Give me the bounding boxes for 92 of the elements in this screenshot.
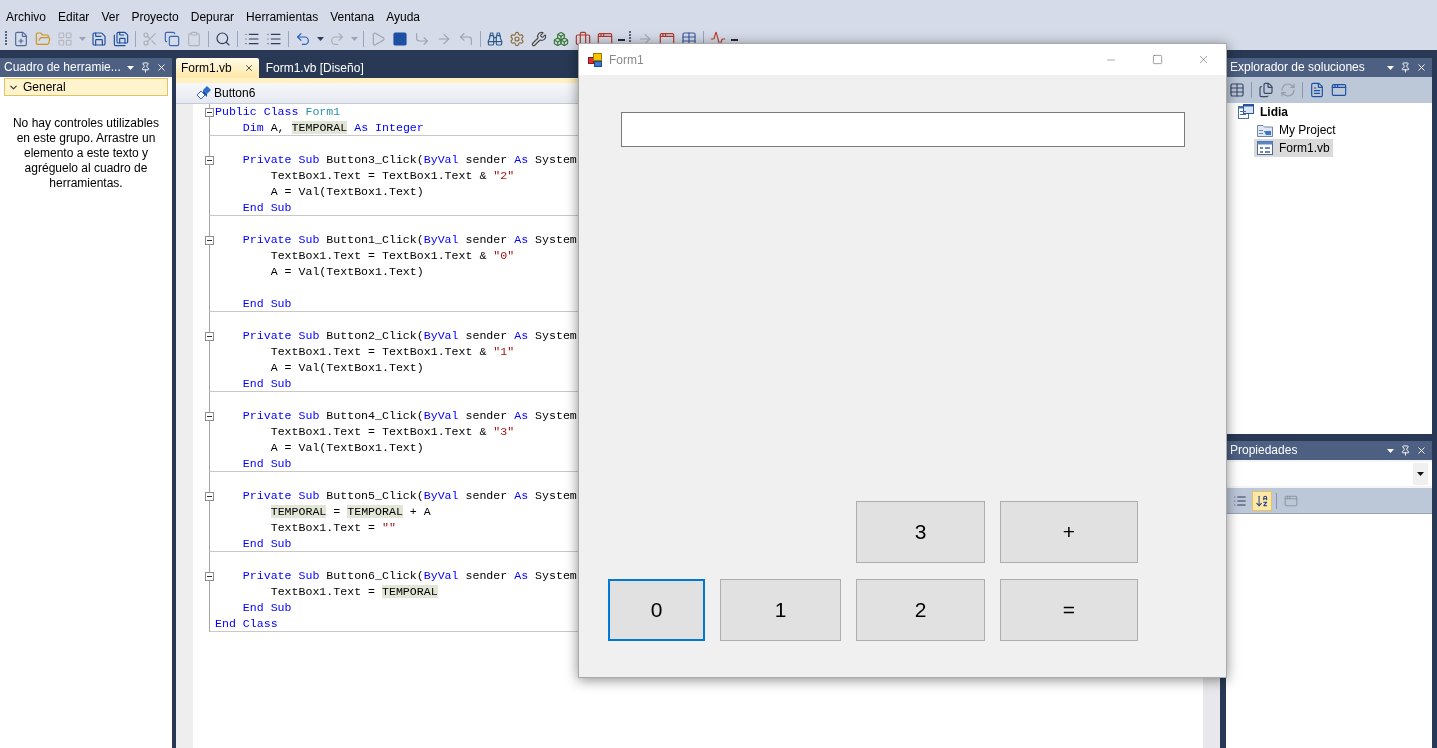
minus-box-icon[interactable] bbox=[205, 107, 214, 117]
calculator-button[interactable]: 3 bbox=[856, 501, 985, 563]
copy-icon[interactable] bbox=[164, 30, 180, 47]
code-line: A = Val(TextBox1.Text) bbox=[270, 440, 424, 456]
boxes-icon[interactable] bbox=[553, 30, 569, 47]
code-line: Private Sub Button6_Click(ByVal sender As System bbox=[242, 568, 577, 584]
menu-item[interactable]: Depurar bbox=[184, 7, 241, 27]
sort-az-icon[interactable] bbox=[1252, 490, 1272, 511]
code-line: Private Sub Button1_Click(ByVal sender As System bbox=[242, 232, 577, 248]
wrench-icon[interactable] bbox=[531, 30, 547, 47]
code-line: TextBox1.Text = TextBox1.Text & "1" bbox=[270, 344, 515, 360]
files-icon[interactable] bbox=[1258, 82, 1274, 98]
tree-item[interactable]: Lidia bbox=[1235, 103, 1291, 121]
code-line: Private Sub Button4_Click(ByVal sender As System bbox=[242, 408, 577, 424]
panel-title: Propiedades bbox=[1230, 442, 1299, 459]
code-line: End Sub bbox=[242, 295, 292, 312]
calculator-button[interactable]: = bbox=[1000, 579, 1138, 641]
code-line: A = Val(TextBox1.Text) bbox=[270, 184, 424, 200]
calculator-button[interactable]: 2 bbox=[856, 579, 985, 641]
code-line: TextBox1.Text = TEMPORAL bbox=[270, 584, 438, 600]
cube-icon bbox=[196, 86, 211, 100]
code-line: A = Val(TextBox1.Text) bbox=[270, 360, 424, 376]
undo-arrow-icon[interactable] bbox=[295, 30, 311, 47]
binoculars-icon[interactable] bbox=[487, 30, 503, 47]
window-icon[interactable] bbox=[1331, 82, 1347, 98]
square-icon[interactable] bbox=[392, 30, 408, 47]
menu-item[interactable]: Ver bbox=[95, 7, 126, 27]
empty-message: No hay controles utilizables en este grupo. Arrastre un elemento a este texto y agréguelo al cuadro de herramientas. bbox=[11, 116, 161, 191]
calculator-button[interactable]: 1 bbox=[720, 579, 841, 641]
minus-box-icon[interactable] bbox=[205, 235, 214, 245]
minus-box-icon[interactable] bbox=[205, 491, 214, 501]
code-line: End Sub bbox=[242, 600, 292, 616]
code-line: A = Val(TextBox1.Text) bbox=[270, 264, 424, 280]
code-line: Private Sub Button3_Click(ByVal sender As System bbox=[242, 152, 577, 168]
menu-item[interactable]: Editar bbox=[52, 7, 96, 27]
text-input[interactable] bbox=[621, 112, 1185, 147]
member-dropdown[interactable]: Button6 bbox=[196, 84, 576, 102]
caret-icon[interactable] bbox=[1417, 472, 1424, 476]
search-icon[interactable] bbox=[215, 30, 231, 47]
minus-box-icon[interactable] bbox=[205, 571, 214, 581]
code-line: Private Sub Button2_Click(ByVal sender As System bbox=[242, 328, 577, 344]
code-line: End Sub bbox=[242, 375, 292, 392]
code-line: End Sub bbox=[242, 199, 292, 216]
pin-icon[interactable] bbox=[140, 62, 151, 73]
editor-tab[interactable]: Form1.vb bbox=[176, 58, 259, 78]
menu-item[interactable]: Proyecto bbox=[125, 7, 185, 27]
dropdown-arrow-icon[interactable] bbox=[1387, 448, 1394, 453]
close-icon[interactable] bbox=[1416, 62, 1427, 73]
code-line: TEMPORAL = TEMPORAL + A bbox=[270, 504, 431, 520]
menu-item[interactable]: Ayuda bbox=[380, 7, 426, 27]
window-title: Form1 bbox=[609, 51, 645, 69]
document-icon[interactable] bbox=[1309, 82, 1325, 98]
code-line: Dim A, TEMPORAL As Integer bbox=[242, 119, 424, 136]
close-icon[interactable] bbox=[243, 63, 254, 73]
code-line: End Sub bbox=[242, 535, 292, 552]
stacked-floppy-icon[interactable] bbox=[113, 30, 129, 47]
table-icon[interactable] bbox=[1229, 82, 1245, 98]
dropdown-arrow-icon[interactable] bbox=[1387, 65, 1394, 70]
menu-item[interactable]: Ventana bbox=[324, 7, 381, 27]
minus-box-icon[interactable] bbox=[205, 155, 214, 165]
menu-item[interactable]: Herramientas bbox=[240, 7, 325, 27]
group-header[interactable]: General bbox=[4, 78, 168, 96]
panel-title: Explorador de soluciones bbox=[1230, 59, 1366, 76]
calculator-button[interactable]: 0 bbox=[608, 579, 705, 641]
code-line: End Class bbox=[215, 615, 278, 632]
editor-tab[interactable]: Form1.vb [Diseño] bbox=[260, 58, 369, 78]
minus-box-icon[interactable] bbox=[205, 411, 214, 421]
caret-icon[interactable] bbox=[316, 36, 324, 41]
file-plus-icon[interactable] bbox=[13, 30, 29, 47]
pin-icon[interactable] bbox=[1400, 62, 1411, 73]
folder-icon bbox=[1257, 123, 1273, 137]
calculator-button[interactable]: + bbox=[1000, 501, 1138, 563]
pin-icon[interactable] bbox=[1400, 445, 1411, 456]
code-line: TextBox1.Text = "" bbox=[270, 520, 396, 536]
gear-icon[interactable] bbox=[509, 30, 525, 47]
code-line: Private Sub Button5_Click(ByVal sender As System bbox=[242, 488, 577, 504]
minus-box-icon[interactable] bbox=[205, 331, 214, 341]
close-icon[interactable] bbox=[156, 62, 167, 73]
code-line: TextBox1.Text = TextBox1.Text & "3" bbox=[270, 424, 515, 440]
menu-item[interactable]: Archivo bbox=[0, 7, 52, 27]
code-line: TextBox1.Text = TextBox1.Text & "0" bbox=[270, 248, 515, 264]
dropdown-arrow-icon[interactable] bbox=[127, 65, 134, 70]
code-line: End Sub bbox=[242, 455, 292, 472]
close-icon[interactable] bbox=[1416, 445, 1427, 456]
tree-item[interactable]: Form1.vb bbox=[1254, 139, 1333, 157]
tree-item[interactable]: My Project bbox=[1254, 121, 1339, 139]
panel-title: Cuadro de herramie... bbox=[4, 59, 122, 76]
colored-squares-icon bbox=[588, 52, 602, 67]
code-line: TextBox1.Text = TextBox1.Text & "2" bbox=[270, 168, 515, 184]
code-line: Public Class Form1 bbox=[215, 104, 341, 120]
window-icon bbox=[1257, 141, 1273, 155]
briefcase-icon[interactable] bbox=[575, 30, 591, 47]
